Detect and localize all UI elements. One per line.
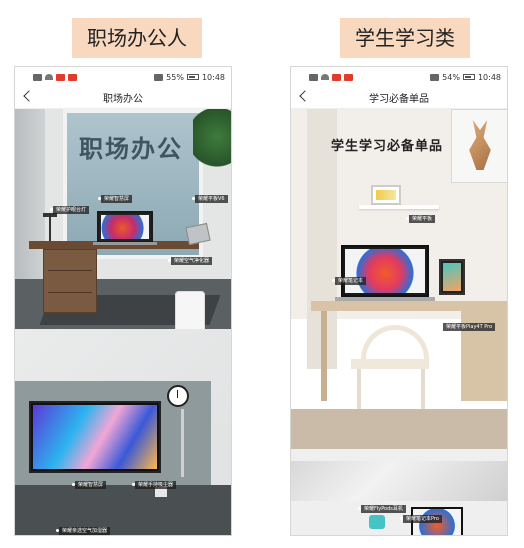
plant-icon (193, 109, 231, 179)
wall-panel (15, 109, 45, 279)
vacuum-product[interactable] (181, 409, 184, 477)
tablet-product[interactable] (185, 222, 211, 246)
product-tag-purifier[interactable]: 荣耀空气净化器 (167, 257, 213, 265)
eye-icon (154, 73, 164, 81)
deer-artwork (451, 109, 507, 183)
notification-icon (68, 73, 77, 81)
wifi-icon (45, 74, 53, 80)
office-room: 职场办公 荣耀智慧屏 荣耀护眼台灯 荣耀平板V6 荣耀空气净化器 (15, 109, 231, 339)
product-tag-tablet-pro[interactable]: 荣耀平板Play4T Pro (439, 323, 496, 331)
status-bar: 54% 10:48 (291, 67, 507, 87)
clock-time: 10:48 (477, 72, 501, 82)
marble-ledge (291, 461, 507, 501)
deer-icon (469, 120, 491, 170)
scene-heading: 职场办公 (79, 135, 183, 163)
status-icons-right: 55% 10:48 (154, 73, 225, 82)
phone-screenshot-student: 54% 10:48 学习必备单品 学生学习必备单品 荣耀平板 荣耀笔记本 荣耀平… (290, 66, 508, 536)
nav-bar: 职场办公 (15, 87, 231, 109)
page-title: 职场办公 (103, 94, 143, 105)
battery-percent: 54% (442, 72, 460, 82)
battery-icon (462, 74, 475, 80)
sim-icon (309, 73, 318, 81)
tablet-pro-product[interactable] (439, 259, 465, 295)
lower-panel (15, 485, 231, 535)
wall-shelf (359, 205, 439, 209)
battery-icon (186, 74, 199, 80)
laptop-product[interactable] (97, 211, 153, 243)
product-tag-tablet[interactable]: 荣耀平板 (405, 215, 436, 223)
sim-icon (33, 73, 42, 81)
wall-clock-icon (167, 385, 189, 407)
living-room: 荣耀智慧屏 荣耀手持吸尘器 荣耀亲选空气加湿器 (15, 329, 231, 535)
phone-screenshot-office: 55% 10:48 职场办公 职场办公 荣耀智慧屏 荣耀护眼台灯 荣耀平板V6 … (14, 66, 232, 536)
status-icons-left (309, 73, 353, 81)
eye-icon (430, 73, 440, 81)
category-label-student: 学生学习类 (340, 18, 470, 58)
status-icons-left (33, 73, 77, 81)
desk-lamp[interactable] (49, 217, 51, 243)
category-label-office: 职场办公人 (72, 18, 202, 58)
product-tag-flypods[interactable]: 荣耀FlyPods耳机 (358, 505, 406, 513)
status-bar: 55% 10:48 (15, 67, 231, 87)
chair-seat (351, 359, 429, 369)
clock-time: 10:48 (201, 72, 225, 82)
laptop-base (93, 242, 157, 245)
tv-wallpaper (33, 405, 157, 469)
product-tag-lamp[interactable]: 荣耀护眼台灯 (49, 206, 90, 214)
smart-screen-product[interactable] (29, 401, 161, 473)
battery-percent: 55% (166, 72, 184, 82)
product-tag-vacuum[interactable]: 荣耀手持吸尘器 (131, 481, 177, 489)
product-tag-tv[interactable]: 荣耀智慧屏 (71, 481, 107, 489)
status-icons-right: 54% 10:48 (430, 73, 501, 82)
drawer-cabinet (43, 249, 97, 313)
floor (291, 409, 507, 449)
office-scene[interactable]: 职场办公 荣耀智慧屏 荣耀护眼台灯 荣耀平板V6 荣耀空气净化器 荣耀智慧屏 荣… (15, 109, 231, 535)
notification-icon (344, 73, 353, 81)
study-scene[interactable]: 学生学习必备单品 荣耀平板 荣耀笔记本 荣耀平板Play4T Pro 荣耀Fly… (291, 109, 507, 535)
laptop-product[interactable] (341, 245, 429, 297)
page-title: 学习必备单品 (369, 94, 429, 105)
nav-bar: 学习必备单品 (291, 87, 507, 109)
tablet-product[interactable] (371, 185, 401, 205)
desk (311, 301, 507, 311)
wifi-icon (321, 74, 329, 80)
laptop-wallpaper (345, 249, 425, 293)
product-tag-laptop[interactable]: 荣耀智慧屏 (97, 195, 133, 203)
product-tag-tablet[interactable]: 荣耀平板V6 (192, 195, 228, 203)
earbuds-product[interactable] (369, 515, 385, 529)
comparison-canvas: 职场办公人 学生学习类 55% 10:48 职场办公 职场办公 荣耀智慧屏 荣耀… (0, 0, 524, 548)
notification-icon (332, 73, 341, 81)
notification-icon (56, 73, 65, 81)
product-tag-humidifier[interactable]: 荣耀亲选空气加湿器 (55, 527, 111, 535)
product-tag-notebook-pro[interactable]: 荣耀笔记本Pro (400, 515, 442, 523)
laptop-wallpaper (101, 215, 149, 239)
desk-leg (321, 311, 327, 401)
product-tag-laptop[interactable]: 荣耀笔记本 (331, 277, 367, 285)
scene-heading: 学生学习必备单品 (331, 139, 444, 154)
